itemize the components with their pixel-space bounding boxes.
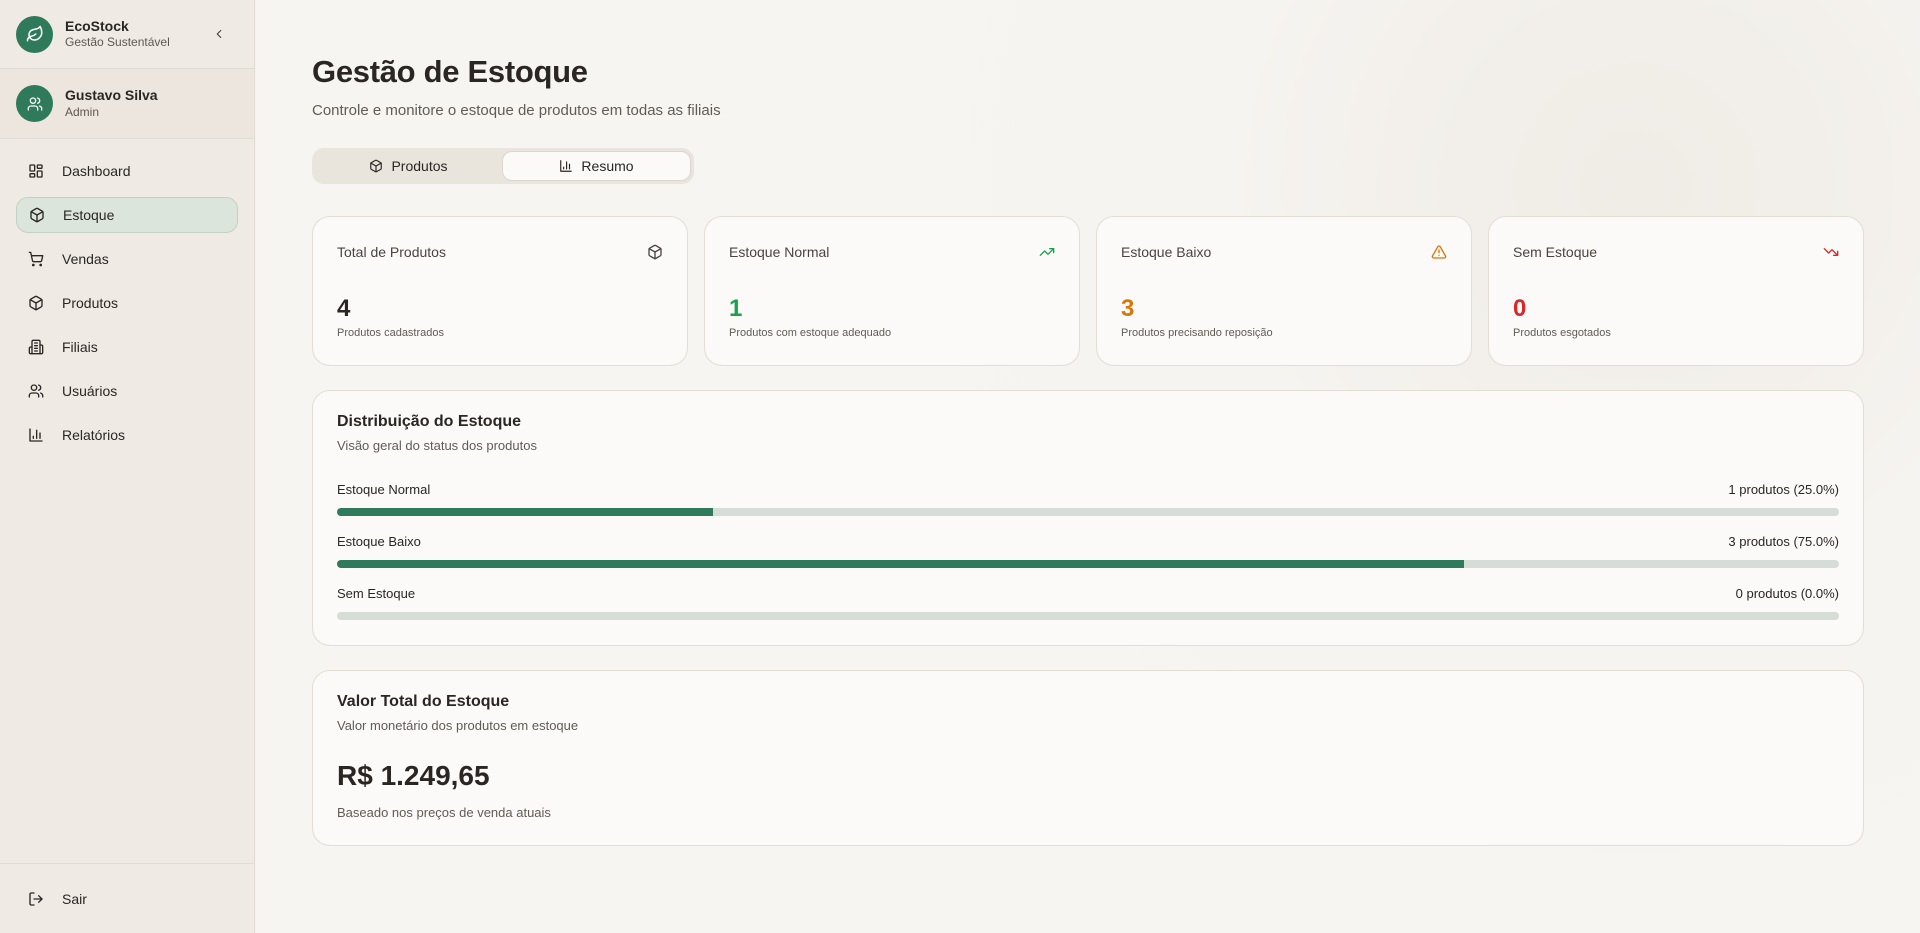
- stat-title: Sem Estoque: [1513, 244, 1598, 260]
- cart-icon: [28, 251, 44, 267]
- sidebar-item-label: Filiais: [62, 339, 98, 355]
- stat-card-empty: Sem Estoque 0 Produtos esgotados: [1488, 216, 1864, 366]
- stat-value: 1: [729, 295, 743, 322]
- progress-track: [337, 560, 1839, 568]
- view-tabs: Produtos Resumo: [312, 148, 694, 184]
- stat-card-normal: Estoque Normal 1 Produtos com estoque ad…: [704, 216, 1080, 366]
- tab-resumo[interactable]: Resumo: [502, 151, 691, 181]
- panel-title: Valor Total do Estoque: [337, 693, 510, 710]
- total-value-panel: Valor Total do Estoque Valor monetário d…: [312, 670, 1864, 846]
- sidebar-item-vendas[interactable]: Vendas: [16, 241, 238, 277]
- alert-triangle-icon: [1431, 244, 1447, 260]
- trending-up-icon: [1039, 244, 1055, 260]
- package-icon: [647, 244, 663, 260]
- distribution-count: 0 produtos (0.0%): [1735, 586, 1839, 601]
- tab-label: Resumo: [581, 158, 634, 174]
- sidebar-item-relatorios[interactable]: Relatórios: [16, 417, 238, 453]
- stat-title: Total de Produtos: [337, 244, 446, 260]
- stat-title: Estoque Normal: [729, 244, 830, 260]
- sidebar-item-label: Relatórios: [62, 427, 126, 443]
- sidebar-item-filiais[interactable]: Filiais: [16, 329, 238, 365]
- logout-button[interactable]: Sair: [0, 863, 254, 933]
- collapse-sidebar-button[interactable]: [210, 25, 228, 43]
- panel-subtitle: Visão geral do status dos produtos: [337, 438, 537, 453]
- sidebar-item-label: Vendas: [62, 251, 109, 267]
- progress-track: [337, 508, 1839, 516]
- distribution-label: Estoque Normal: [337, 482, 431, 497]
- stat-value: 4: [337, 295, 351, 322]
- distribution-count: 3 produtos (75.0%): [1728, 534, 1839, 549]
- sidebar: EcoStock Gestão Sustentável Gustavo Silv…: [0, 0, 255, 933]
- distribution-panel: Distribuição do Estoque Visão geral do s…: [312, 390, 1864, 646]
- stat-description: Produtos esgotados: [1513, 327, 1611, 339]
- stat-description: Produtos cadastrados: [337, 327, 445, 339]
- sidebar-item-label: Dashboard: [62, 163, 131, 179]
- leaf-logo-icon: [16, 15, 53, 53]
- sidebar-item-label: Usuários: [62, 383, 118, 399]
- logout-icon: [28, 891, 44, 907]
- panel-subtitle: Valor monetário dos produtos em estoque: [337, 718, 579, 733]
- trending-down-icon: [1823, 244, 1839, 260]
- progress-fill: [337, 560, 1464, 568]
- bar-chart-icon: [559, 159, 573, 173]
- package-icon: [369, 159, 383, 173]
- brand-title: EcoStock: [65, 17, 129, 34]
- page-subtitle: Controle e monitore o estoque de produto…: [312, 102, 721, 119]
- stat-value: 0: [1513, 295, 1527, 322]
- stat-title: Estoque Baixo: [1121, 244, 1212, 260]
- brand-header: EcoStock Gestão Sustentável: [0, 0, 254, 69]
- sidebar-item-usuarios[interactable]: Usuários: [16, 373, 238, 409]
- sidebar-item-dashboard[interactable]: Dashboard: [16, 153, 238, 189]
- tab-produtos[interactable]: Produtos: [315, 151, 502, 181]
- progress-fill: [337, 508, 713, 516]
- tab-label: Produtos: [391, 158, 448, 174]
- stat-description: Produtos com estoque adequado: [729, 327, 892, 339]
- user-avatar-icon: [16, 85, 53, 122]
- building-icon: [28, 339, 44, 355]
- user-role: Admin: [65, 104, 100, 119]
- sidebar-item-produtos[interactable]: Produtos: [16, 285, 238, 321]
- users-icon: [28, 383, 44, 399]
- stat-card-low: Estoque Baixo 3 Produtos precisando repo…: [1096, 216, 1472, 366]
- user-profile[interactable]: Gustavo Silva Admin: [0, 69, 254, 139]
- stat-description: Produtos precisando reposição: [1121, 327, 1273, 339]
- main-content: Gestão de Estoque Controle e monitore o …: [256, 0, 1920, 933]
- distribution-count: 1 produtos (25.0%): [1728, 482, 1839, 497]
- progress-track: [337, 612, 1839, 620]
- sidebar-item-label: Produtos: [62, 295, 119, 311]
- panel-title: Distribuição do Estoque: [337, 413, 522, 430]
- total-value-note: Baseado nos preços de venda atuais: [337, 805, 551, 820]
- dashboard-icon: [28, 163, 44, 179]
- total-value-amount: R$ 1.249,65: [337, 760, 490, 791]
- distribution-label: Estoque Baixo: [337, 534, 421, 549]
- stat-card-total: Total de Produtos 4 Produtos cadastrados: [312, 216, 688, 366]
- package-icon: [29, 207, 45, 223]
- sidebar-item-label: Estoque: [63, 207, 115, 223]
- bar-chart-icon: [28, 427, 44, 443]
- logout-label: Sair: [62, 890, 87, 907]
- brand-subtitle: Gestão Sustentável: [65, 35, 170, 50]
- sidebar-item-estoque[interactable]: Estoque: [16, 197, 238, 233]
- chevron-left-icon: [216, 29, 222, 39]
- user-name: Gustavo Silva: [65, 87, 158, 104]
- distribution-label: Sem Estoque: [337, 586, 416, 601]
- sidebar-nav: Dashboard Estoque Vendas Produtos Filiai…: [0, 139, 254, 453]
- page-title: Gestão de Estoque: [312, 54, 588, 89]
- stat-value: 3: [1121, 295, 1135, 322]
- box-icon: [28, 295, 44, 311]
